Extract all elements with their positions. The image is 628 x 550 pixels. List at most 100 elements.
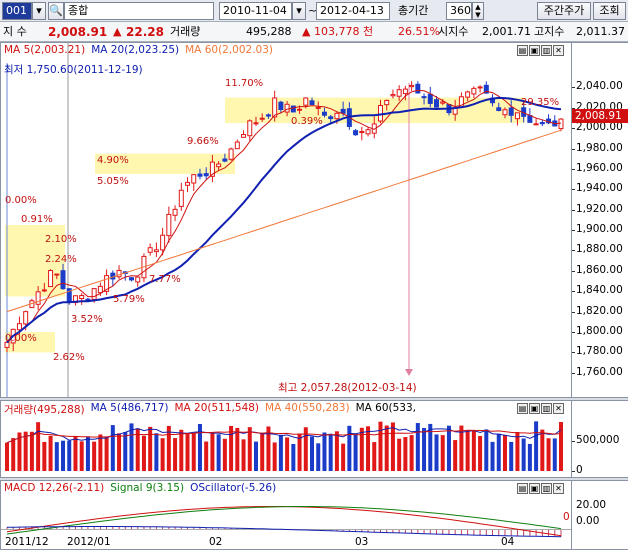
candle-body [172, 208, 178, 216]
legend-oscillator: OScillator(-5.26) [190, 482, 277, 494]
period-input[interactable]: 360 [446, 2, 472, 20]
volume-chart-panel[interactable]: 거래량(495,288) MA 5(486,717) MA 20(511,548… [0, 400, 572, 478]
volume-bar [478, 436, 483, 471]
candle-body [477, 86, 483, 89]
volume-legend: 거래량(495,288) MA 5(486,717) MA 20(511,548… [4, 402, 416, 417]
search-button[interactable]: 🔍 [48, 2, 64, 20]
pct-label: 0.39% [291, 116, 323, 127]
price-tick-label: 1,840.00 [576, 284, 623, 297]
legend-vol-ma40: MA 40(550,283) [265, 402, 350, 414]
period-spinner[interactable]: ▲ ▼ [472, 2, 484, 20]
panel-menu-icon[interactable]: ▤ [517, 45, 528, 56]
candle-body [234, 141, 240, 150]
index-label: 지 수 [3, 25, 27, 38]
candle-body [558, 118, 564, 130]
volume-bar [446, 425, 451, 471]
panel-maximize-icon[interactable]: ▣ [529, 45, 540, 56]
legend-signal: Signal 9(3.15) [110, 482, 185, 494]
index-value: 2,008.91 [48, 25, 108, 39]
candle-body [259, 117, 265, 120]
price-tickmark [572, 148, 575, 150]
high-marker-arrow-icon [405, 369, 413, 376]
panel-close-icon[interactable]: ✕ [553, 45, 564, 56]
candle-body [353, 130, 359, 136]
volume-bar [11, 438, 16, 471]
date-to-input[interactable]: 2012-04-13 [316, 2, 390, 20]
panel-close-icon[interactable]: ✕ [553, 403, 564, 414]
candle-body [377, 105, 383, 122]
volume-bar [36, 422, 41, 471]
panel-restore-icon[interactable]: ▥ [541, 45, 552, 56]
macd-chart-panel[interactable]: MACD 12,26(-2.11) Signal 9(3.15) OScilla… [0, 480, 572, 550]
price-tick-label: 1,780.00 [576, 345, 623, 358]
toolbar: 001 ▾ 🔍 종합 2010-11-04 ▾ ~ 2012-04-13 총기간… [0, 0, 628, 22]
candle-body [321, 111, 327, 116]
weekly-price-button[interactable]: 주간주가 [537, 2, 591, 20]
volume-value: 495,288 [246, 25, 292, 38]
volume-bar [285, 437, 290, 471]
price-legend: MA 5(2,003.21) MA 20(2,023.25) MA 60(2,0… [4, 44, 273, 56]
volume-bar [502, 435, 507, 471]
volume-bar [440, 435, 445, 471]
panel-restore-icon[interactable]: ▥ [541, 483, 552, 494]
price-tick-label: 1,820.00 [576, 304, 623, 317]
candle-body [402, 88, 408, 95]
pct-label: 2.10% [45, 234, 77, 245]
price-tick-label: 1,940.00 [576, 182, 623, 195]
panel-menu-icon[interactable]: ▤ [517, 403, 528, 414]
pct-label: 9.66% [187, 136, 219, 147]
candle-body [160, 234, 166, 251]
pct-label: 2.24% [45, 254, 77, 265]
panel-maximize-icon[interactable]: ▣ [529, 483, 540, 494]
candle-body [514, 112, 520, 120]
code-dropdown-button[interactable]: ▾ [32, 2, 46, 20]
volume-bar [341, 443, 346, 471]
panel-restore-icon[interactable]: ▥ [541, 403, 552, 414]
candle-body [41, 289, 47, 292]
volume-change-value: 103,778 천 [314, 25, 374, 38]
candle-body [421, 96, 427, 99]
candle-body [60, 270, 66, 290]
macd-tick: 20.00 [576, 499, 607, 511]
pct-label: 2.62% [53, 352, 85, 363]
change-percent: 26.51% [398, 25, 440, 38]
price-chart-panel[interactable]: MA 5(2,003.21) MA 20(2,023.25) MA 60(2,0… [0, 42, 572, 398]
volume-bar [291, 443, 296, 471]
candle-body [54, 273, 60, 276]
query-button[interactable]: 조회 [593, 2, 626, 20]
volume-bar [185, 434, 190, 471]
candle-body [334, 112, 340, 120]
candle-body [384, 99, 390, 106]
price-tick-label: 1,760.00 [576, 365, 623, 378]
volume-bar [148, 426, 153, 471]
candle-body [427, 93, 433, 104]
code-input[interactable]: 001 [2, 2, 32, 20]
volume-bar [210, 432, 215, 471]
panel-menu-icon[interactable]: ▤ [517, 483, 528, 494]
volume-bar [92, 441, 97, 471]
price-tickmark [572, 311, 575, 313]
volume-bar [316, 443, 321, 471]
candle-body [365, 129, 371, 135]
panel-close-icon[interactable]: ✕ [553, 483, 564, 494]
date-from-input[interactable]: 2010-11-04 [219, 2, 292, 20]
panel-maximize-icon[interactable]: ▣ [529, 403, 540, 414]
candle-body [434, 99, 440, 108]
price-chart-canvas[interactable] [1, 43, 571, 397]
volume-bar [384, 425, 389, 471]
volume-bar [322, 432, 327, 471]
volume-bar [5, 442, 9, 471]
volume-bar [42, 441, 47, 471]
candle-body [440, 101, 446, 104]
volume-bar [484, 429, 489, 471]
price-tickmark [572, 128, 575, 130]
volume-label: 거래량 [170, 25, 201, 38]
volume-bar [67, 440, 72, 471]
volume-y-axis: 500,000 0 [572, 400, 628, 478]
volume-bar [54, 442, 59, 471]
volume-bar [328, 433, 333, 471]
candle-body [409, 84, 415, 88]
date-from-dropdown[interactable]: ▾ [292, 2, 306, 20]
volume-bar [247, 427, 252, 471]
open-label: 시지수 [438, 25, 469, 38]
